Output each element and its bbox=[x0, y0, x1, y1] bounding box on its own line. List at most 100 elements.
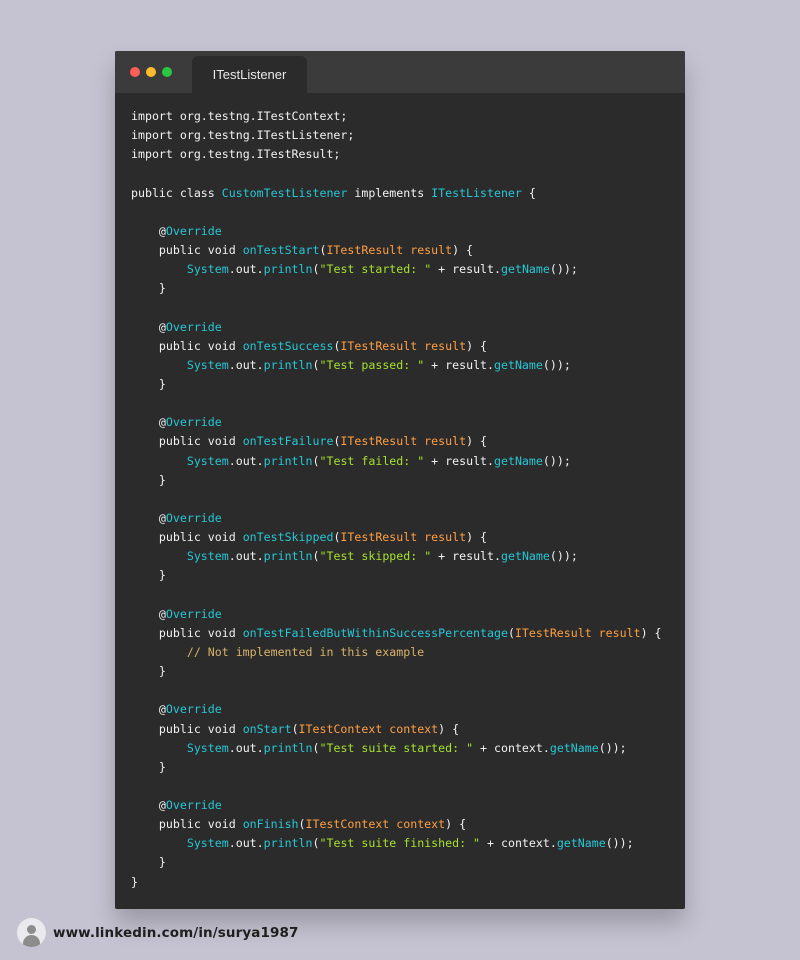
code-line: public void onStart(ITestContext context… bbox=[131, 720, 675, 739]
code-token: ( bbox=[298, 817, 306, 832]
code-token: ()); bbox=[605, 836, 634, 851]
code-token: { bbox=[521, 185, 536, 200]
user-avatar-icon bbox=[17, 918, 46, 947]
code-token: } bbox=[131, 281, 166, 296]
code-token: println bbox=[263, 549, 313, 564]
code-token: onTestFailure bbox=[242, 434, 334, 449]
code-token: Override bbox=[165, 415, 222, 430]
code-line: import org.testng.ITestResult; bbox=[131, 145, 675, 164]
code-token: CustomTestListener bbox=[221, 185, 348, 200]
code-token: getName bbox=[494, 453, 543, 468]
code-token: "Test suite finished: " bbox=[319, 836, 481, 851]
code-line: System.out.println("Test suite started: … bbox=[131, 739, 675, 758]
code-token: ( bbox=[312, 357, 320, 372]
code-token: getName bbox=[549, 740, 599, 755]
code-token: System bbox=[186, 262, 229, 277]
code-token: getName bbox=[556, 836, 606, 851]
code-token: + result. bbox=[424, 357, 495, 372]
code-token: System bbox=[186, 740, 229, 755]
code-token: "Test started: " bbox=[319, 262, 432, 277]
code-token: Override bbox=[165, 223, 222, 238]
code-token: Override bbox=[165, 319, 222, 334]
editor-tab[interactable]: ITestListener bbox=[192, 56, 307, 93]
code-token: ) { bbox=[466, 530, 488, 545]
code-line: } bbox=[131, 873, 675, 892]
code-token: ) { bbox=[640, 625, 662, 640]
code-token: ITestContext context bbox=[298, 721, 439, 736]
code-token: public void bbox=[131, 242, 243, 257]
close-window-icon[interactable] bbox=[130, 67, 140, 77]
code-token: onTestSkipped bbox=[242, 530, 334, 545]
code-token: // Not implemented in this example bbox=[131, 644, 425, 659]
code-token: @ bbox=[131, 319, 166, 334]
code-token: ()); bbox=[549, 262, 578, 277]
code-line: public void onTestFailure(ITestResult re… bbox=[131, 432, 675, 451]
code-token: ) { bbox=[438, 721, 460, 736]
code-token: public class bbox=[131, 185, 222, 200]
code-token: ITestResult result bbox=[340, 530, 467, 545]
code-token: ) { bbox=[466, 434, 488, 449]
code-token: getName bbox=[494, 357, 543, 372]
code-token: "Test suite started: " bbox=[319, 740, 474, 755]
code-line: public void onTestSkipped(ITestResult re… bbox=[131, 528, 675, 547]
code-line: @Override bbox=[131, 700, 675, 719]
code-token: .out. bbox=[228, 836, 264, 851]
code-token: ) { bbox=[445, 817, 467, 832]
code-line: public void onTestFailedButWithinSuccess… bbox=[131, 624, 675, 643]
code-token: .out. bbox=[228, 357, 264, 372]
code-line: } bbox=[131, 279, 675, 298]
code-line: public void onTestSuccess(ITestResult re… bbox=[131, 337, 675, 356]
code-token: .out. bbox=[228, 453, 264, 468]
code-line: @Override bbox=[131, 509, 675, 528]
code-token: + result. bbox=[424, 453, 495, 468]
maximize-window-icon[interactable] bbox=[162, 67, 172, 77]
window-titlebar: ITestListener bbox=[115, 51, 685, 93]
code-token: onFinish bbox=[242, 817, 299, 832]
code-token: Override bbox=[165, 798, 222, 813]
code-line: System.out.println("Test suite finished:… bbox=[131, 834, 675, 853]
minimize-window-icon[interactable] bbox=[146, 67, 156, 77]
code-token: "Test passed: " bbox=[319, 357, 425, 372]
code-token: ( bbox=[312, 836, 320, 851]
editor-tab-label: ITestListener bbox=[212, 67, 287, 82]
code-token: implements bbox=[347, 185, 432, 200]
code-token: org.testng.ITestContext; bbox=[172, 109, 348, 123]
code-token: getName bbox=[501, 549, 550, 564]
code-line: } bbox=[131, 566, 675, 585]
code-token: ()); bbox=[542, 453, 571, 468]
profile-link[interactable]: www.linkedin.com/in/surya1987 bbox=[53, 925, 298, 941]
code-line: import org.testng.ITestContext; bbox=[131, 107, 675, 126]
code-token: onTestSuccess bbox=[242, 338, 334, 353]
code-token: .out. bbox=[228, 740, 264, 755]
code-token: .out. bbox=[228, 262, 264, 277]
code-token: + result. bbox=[431, 549, 501, 564]
code-line: System.out.println("Test passed: " + res… bbox=[131, 356, 675, 375]
code-token: Override bbox=[165, 510, 222, 525]
code-token: System bbox=[186, 549, 229, 564]
code-line: @Override bbox=[131, 796, 675, 815]
code-token: ) { bbox=[452, 242, 474, 257]
code-token: ITestResult result bbox=[326, 242, 453, 257]
code-token: System bbox=[186, 357, 229, 372]
code-token: ()); bbox=[542, 357, 571, 372]
code-token: import bbox=[131, 147, 173, 162]
code-line: public void onTestStart(ITestResult resu… bbox=[131, 241, 675, 260]
profile-footer: www.linkedin.com/in/surya1987 bbox=[17, 918, 298, 947]
code-token: Override bbox=[165, 606, 222, 621]
code-token: ()); bbox=[549, 549, 578, 564]
code-line: System.out.println("Test failed: " + res… bbox=[131, 452, 675, 471]
code-token: } bbox=[131, 874, 138, 889]
code-token: ( bbox=[312, 740, 320, 755]
code-token: org.testng.ITestListener; bbox=[172, 128, 355, 143]
code-line: // Not implemented in this example bbox=[131, 643, 675, 662]
code-token: ( bbox=[291, 721, 299, 736]
code-token: import bbox=[131, 128, 173, 143]
code-token: @ bbox=[131, 223, 166, 238]
code-token: ( bbox=[312, 262, 320, 277]
code-token: println bbox=[263, 740, 313, 755]
